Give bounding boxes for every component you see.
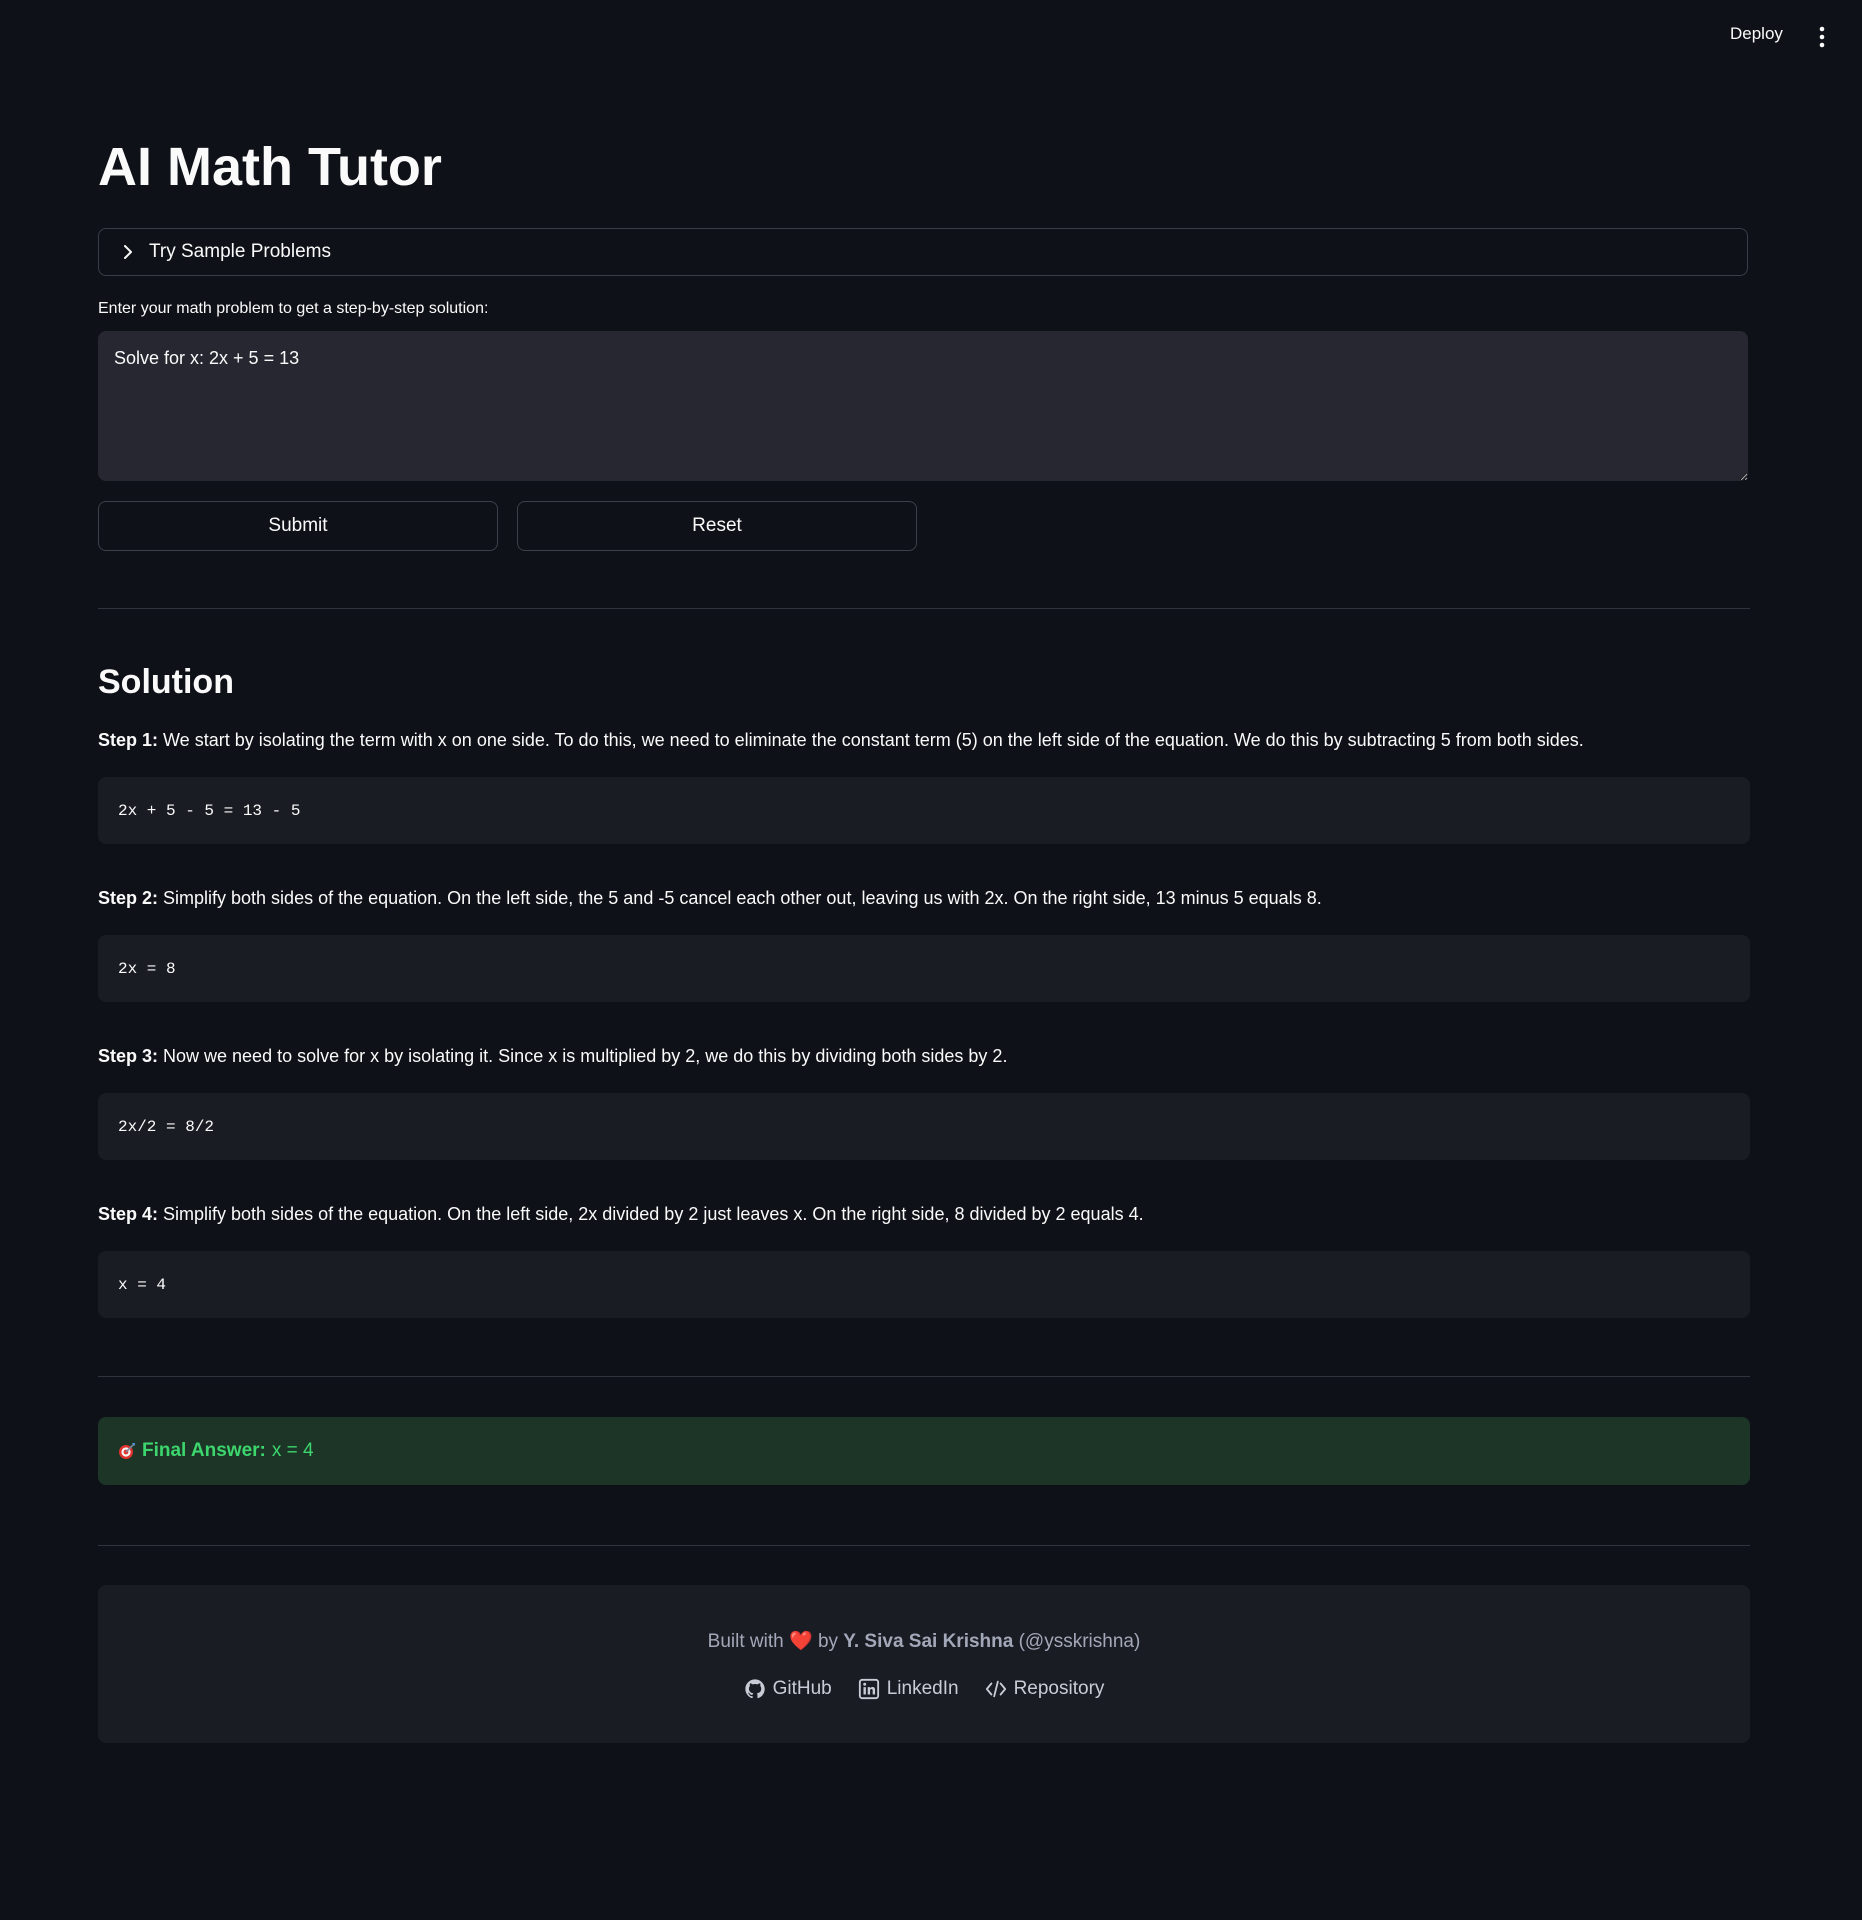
chevron-right-icon	[124, 245, 132, 259]
final-answer-box: Final Answer: x = 4	[98, 1417, 1750, 1485]
divider	[98, 608, 1750, 609]
problem-input-label: Enter your math problem to get a step-by…	[98, 300, 489, 317]
repository-link[interactable]: Repository	[985, 1678, 1105, 1700]
linkedin-link[interactable]: LinkedIn	[858, 1678, 959, 1700]
solution-heading: Solution	[98, 663, 234, 701]
step-1-code: 2x + 5 - 5 = 13 - 5	[98, 777, 1750, 844]
heart-icon: ❤️	[788, 1631, 813, 1652]
author-name: Y. Siva Sai Krishna	[843, 1631, 1014, 1652]
submit-button[interactable]: Submit	[98, 501, 498, 551]
step-description: Simplify both sides of the equation. On …	[158, 888, 1322, 908]
more-vertical-icon[interactable]	[1812, 24, 1832, 50]
sample-problems-expander[interactable]: Try Sample Problems	[98, 228, 1748, 276]
problem-textarea[interactable]: Solve for x: 2x + 5 = 13	[98, 331, 1748, 481]
step-4-code: x = 4	[98, 1251, 1750, 1318]
step-label: Step 1:	[98, 730, 159, 750]
final-answer-label: Final Answer:	[142, 1440, 266, 1461]
step-label: Step 3:	[98, 1046, 159, 1066]
footer-links: GitHub LinkedIn Repository	[98, 1678, 1750, 1700]
footer-credit: Built with ❤️ by Y. Siva Sai Krishna (@y…	[98, 1629, 1750, 1653]
github-icon	[744, 1679, 765, 1699]
step-description: Simplify both sides of the equation. On …	[158, 1204, 1144, 1224]
step-2-text: Step 2: Simplify both sides of the equat…	[98, 887, 1750, 910]
step-label: Step 4:	[98, 1204, 159, 1224]
step-description: We start by isolating the term with x on…	[158, 730, 1584, 750]
step-3-text: Step 3: Now we need to solve for x by is…	[98, 1045, 1750, 1068]
divider	[98, 1376, 1750, 1377]
divider	[98, 1545, 1750, 1546]
code-icon	[985, 1680, 1006, 1698]
by-text: by	[817, 1631, 839, 1652]
step-4-text: Step 4: Simplify both sides of the equat…	[98, 1203, 1750, 1226]
app-page: Deploy AI Math Tutor Try Sample Problems…	[0, 0, 1862, 1920]
target-icon	[119, 1443, 135, 1459]
final-answer-value: x = 4	[271, 1440, 314, 1461]
repository-label: Repository	[1013, 1678, 1105, 1699]
linkedin-icon	[858, 1678, 879, 1700]
github-link[interactable]: GitHub	[744, 1678, 832, 1700]
author-handle: (@ysskrishna)	[1018, 1631, 1141, 1652]
step-label: Step 2:	[98, 888, 159, 908]
expander-label: Try Sample Problems	[149, 241, 331, 262]
linkedin-label: LinkedIn	[886, 1678, 959, 1699]
github-label: GitHub	[772, 1678, 832, 1699]
step-description: Now we need to solve for x by isolating …	[158, 1046, 1008, 1066]
step-3-code: 2x/2 = 8/2	[98, 1093, 1750, 1160]
step-1-text: Step 1: We start by isolating the term w…	[98, 729, 1750, 752]
built-with-text: Built with	[707, 1631, 784, 1652]
step-2-code: 2x = 8	[98, 935, 1750, 1002]
deploy-button[interactable]: Deploy	[1730, 24, 1783, 44]
page-title: AI Math Tutor	[98, 137, 442, 197]
reset-button[interactable]: Reset	[517, 501, 917, 551]
footer: Built with ❤️ by Y. Siva Sai Krishna (@y…	[98, 1585, 1750, 1743]
